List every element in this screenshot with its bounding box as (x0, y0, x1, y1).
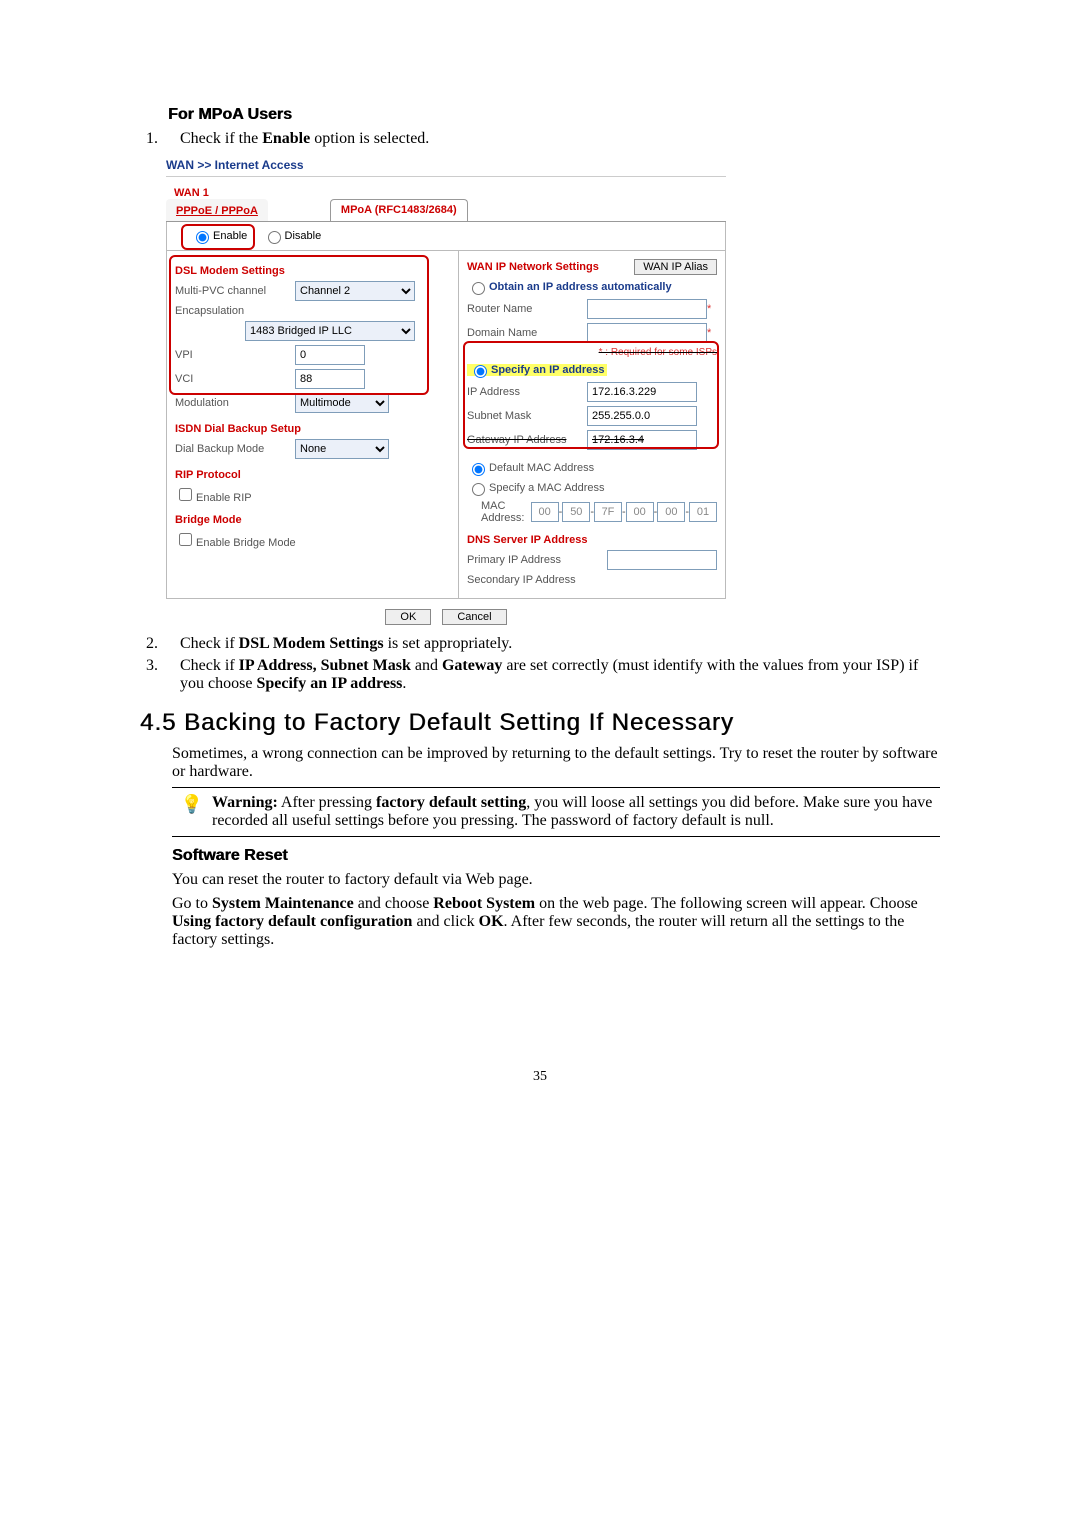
mac-3[interactable] (626, 502, 654, 522)
step-number-3: 3. (142, 657, 180, 693)
secondary-ip-label: Secondary IP Address (467, 574, 607, 586)
specify-ip-highlight (463, 341, 719, 449)
mac-4[interactable] (657, 502, 685, 522)
wan-ip-alias-button[interactable]: WAN IP Alias (634, 259, 717, 275)
wan1-label: WAN 1 (174, 187, 726, 199)
rip-title: RIP Protocol (175, 469, 450, 481)
wan-ip-network-title: WAN IP Network Settings (467, 261, 599, 273)
lightbulb-icon: 💡 (172, 794, 212, 830)
router-name-input[interactable] (587, 299, 707, 319)
dial-backup-select[interactable]: None (295, 439, 389, 459)
domain-name-input[interactable] (587, 323, 707, 343)
default-mac-radio[interactable]: Default MAC Address (467, 460, 594, 476)
heading-for-mpoa-users: For MPoA Users (168, 106, 940, 124)
tab-mpoa[interactable]: MPoA (RFC1483/2684) (330, 199, 468, 221)
breadcrumb: WAN >> Internet Access (166, 158, 940, 172)
para-sw-1: You can reset the router to factory defa… (172, 871, 940, 889)
obtain-auto-radio[interactable]: Obtain an IP address automatically (467, 279, 672, 295)
enable-highlight (181, 224, 255, 250)
cancel-button[interactable]: Cancel (442, 609, 506, 625)
config-screenshot: WAN 1 PPPoE / PPPoA MPoA (RFC1483/2684) … (166, 176, 726, 625)
mac-label: MAC Address: (481, 500, 525, 524)
dsl-highlight (169, 255, 429, 395)
specify-mac-radio[interactable]: Specify a MAC Address (467, 480, 605, 496)
warning-text: Warning: After pressing factory default … (212, 794, 940, 830)
step-number-1: 1. (142, 130, 180, 148)
router-name-label: Router Name (467, 303, 587, 315)
heading-software-reset: Software Reset (172, 847, 940, 865)
mac-5[interactable] (689, 502, 717, 522)
ok-button[interactable]: OK (385, 609, 431, 625)
tab-pppoe[interactable]: PPPoE / PPPoA (166, 199, 268, 221)
step-1-text: Check if the Enable option is selected. (180, 130, 940, 148)
bridge-title: Bridge Mode (175, 514, 450, 526)
dial-backup-label: Dial Backup Mode (175, 443, 295, 455)
modulation-select[interactable]: Multimode (295, 393, 389, 413)
heading-4-5: 4.5 Backing to Factory Default Setting I… (140, 709, 940, 737)
mac-2[interactable] (594, 502, 622, 522)
mac-1[interactable] (562, 502, 590, 522)
para-4-5-1: Sometimes, a wrong connection can be imp… (172, 745, 940, 781)
step-number-2: 2. (142, 635, 180, 653)
tab-bar: PPPoE / PPPoA MPoA (RFC1483/2684) (166, 199, 726, 222)
domain-name-label: Domain Name (467, 327, 587, 339)
page-number: 35 (140, 1069, 940, 1085)
enable-rip-checkbox[interactable]: Enable RIP (175, 485, 252, 504)
enable-bridge-checkbox[interactable]: Enable Bridge Mode (175, 530, 296, 549)
primary-ip-input[interactable] (607, 550, 717, 570)
step-3-text: Check if IP Address, Subnet Mask and Gat… (180, 657, 940, 693)
isdn-title: ISDN Dial Backup Setup (175, 423, 450, 435)
disable-radio[interactable]: Disable (263, 230, 322, 242)
modulation-label: Modulation (175, 397, 295, 409)
enable-row: Enable Disable (166, 222, 726, 251)
dns-title: DNS Server IP Address (467, 534, 717, 546)
para-sw-2: Go to System Maintenance and choose Rebo… (172, 895, 940, 949)
mac-0[interactable] (531, 502, 559, 522)
primary-ip-label: Primary IP Address (467, 554, 607, 566)
step-2-text: Check if DSL Modem Settings is set appro… (180, 635, 940, 653)
